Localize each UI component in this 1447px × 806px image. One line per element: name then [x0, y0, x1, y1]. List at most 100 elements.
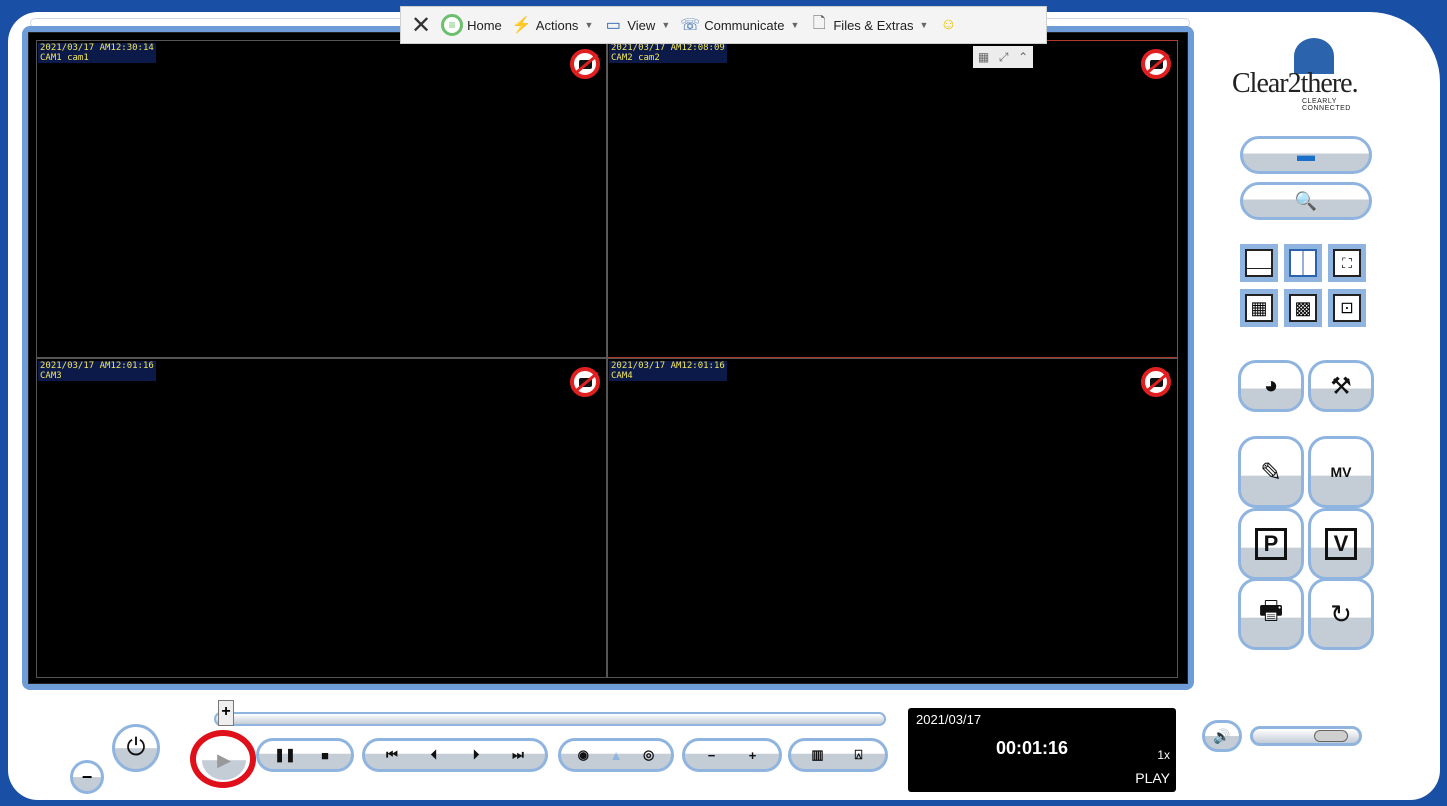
mark-in-icon: ◉	[577, 747, 589, 762]
mark-out-button[interactable]: ◎	[632, 743, 665, 767]
phone-icon: ☏	[680, 17, 701, 34]
camera-cell-1[interactable]: 2021/03/17 AM12:30:14 CAM1 cam1	[36, 40, 607, 358]
camera-timestamp: 2021/03/17 AM12:01:16	[40, 361, 154, 371]
status-mode: PLAY	[1135, 770, 1170, 786]
minus-icon: −	[81, 766, 93, 787]
home-icon: ≡	[441, 14, 464, 36]
step-forward-icon: ⏵	[472, 747, 480, 762]
remote-toolbar: ✕ ≡ Home ⚡ Actions ▼ ▭ View ▼ ☏ Communic…	[400, 6, 1047, 44]
files-menu[interactable]: 🗋 Files & Extras ▼	[809, 15, 929, 35]
home-label: Home	[467, 17, 502, 33]
actions-label: Actions	[535, 17, 579, 33]
communicate-menu[interactable]: ☏ Communicate ▼	[680, 15, 799, 35]
timeline-slider[interactable]	[214, 712, 886, 726]
fullscreen-button[interactable]: ⛶	[1328, 244, 1366, 282]
layout-grid: ⛶ ▦ ▩ ⊡	[1240, 244, 1376, 328]
tools-button[interactable]: ⚒	[1308, 360, 1374, 412]
step-back-icon: ⏴	[430, 747, 438, 762]
chevron-down-icon: ▼	[661, 20, 671, 30]
camera-osd: 2021/03/17 AM12:30:14 CAM1 cam1	[38, 43, 156, 63]
volume-slider[interactable]	[1250, 726, 1362, 746]
play-button[interactable]: ▶	[202, 740, 246, 780]
fullscreen-icon: ⛶	[1333, 249, 1361, 277]
segment-icon: ▥	[811, 747, 824, 762]
smiley-icon: ☺	[940, 16, 957, 33]
speed-up-button[interactable]: +	[733, 743, 773, 767]
speed-down-button[interactable]: −	[692, 743, 732, 767]
power-button[interactable]: ⏻	[112, 724, 160, 772]
pause-button[interactable]: ❚❚	[265, 743, 305, 767]
close-icon[interactable]: ✕	[411, 11, 431, 40]
mv-icon: MV	[1330, 464, 1352, 480]
grid-icon[interactable]: ▦	[978, 50, 989, 64]
brand-logo: Clear2there. CLEARLY CONNECTED	[1232, 38, 1382, 118]
hammer-icon: ⚒	[1330, 372, 1352, 400]
first-frame-button[interactable]: ⏮	[372, 743, 412, 767]
lightning-icon: ⚡	[511, 17, 532, 34]
speaker-icon: 🔊	[1213, 727, 1231, 744]
search-file-button[interactable]: 🔍	[1240, 182, 1372, 220]
timeline-thumb[interactable]: +	[218, 700, 234, 726]
save-v-icon: V	[1324, 528, 1358, 560]
snapshot-button[interactable]: ⍓	[839, 743, 879, 767]
status-display: 2021/03/17 00:01:16 1x PLAY	[908, 708, 1176, 792]
save-p-button[interactable]: P	[1238, 508, 1304, 580]
view-label: View	[627, 17, 656, 33]
layout-9-icon: ▦	[1245, 294, 1273, 322]
folder-button[interactable]: ▬	[1240, 136, 1372, 174]
triangle-icon: ▲	[609, 747, 623, 763]
skip-start-icon: ⏮	[386, 747, 398, 762]
save-v-button[interactable]: V	[1308, 508, 1374, 580]
no-camera-icon	[1141, 49, 1171, 79]
smiley-button[interactable]: ☺	[938, 15, 958, 35]
layout-4-button[interactable]	[1284, 244, 1322, 282]
view-menu[interactable]: ▭ View ▼	[603, 15, 670, 35]
camera-name: CAM4	[611, 371, 633, 381]
zoom-out-button[interactable]: −	[70, 760, 104, 794]
print-button[interactable]: 🖶	[1238, 578, 1304, 650]
camera-cell-3[interactable]: 2021/03/17 AM12:01:16 CAM3	[36, 358, 607, 678]
layout-pip-button[interactable]: ⊡	[1328, 289, 1366, 327]
export-group: ▥ ⍓	[788, 738, 888, 772]
communicate-label: Communicate	[704, 17, 785, 33]
actions-menu[interactable]: ⚡ Actions ▼	[512, 15, 594, 35]
search-file-icon: 🔍	[1294, 190, 1318, 211]
mark-in-button[interactable]: ◉	[567, 743, 600, 767]
volume-knob[interactable]	[1314, 730, 1348, 742]
chevron-up-icon[interactable]: ⌃	[1018, 50, 1028, 64]
logo-tagline: CLEARLY CONNECTED	[1302, 98, 1351, 112]
edit-button[interactable]: ✎	[1238, 436, 1304, 508]
status-date: 2021/03/17	[916, 712, 982, 727]
camera-cell-2[interactable]: 2021/03/17 AM12:08:09 CAM2 cam2	[607, 40, 1178, 358]
status-speed: 1x	[1157, 748, 1170, 762]
stop-button[interactable]: ■	[305, 743, 345, 767]
play-icon: ▶	[217, 749, 231, 770]
segment-button[interactable]: ▥	[798, 743, 838, 767]
prev-frame-button[interactable]: ⏴	[414, 743, 454, 767]
camera-cell-4[interactable]: 2021/03/17 AM12:01:16 CAM4	[607, 358, 1178, 678]
folder-icon: ▬	[1297, 144, 1315, 165]
chevron-down-icon: ▼	[790, 20, 800, 30]
schedule-button[interactable]: ◕	[1238, 360, 1304, 412]
no-camera-icon	[1141, 367, 1171, 397]
marker-group: ◉ ▲ ◎	[558, 738, 674, 772]
volume-button[interactable]: 🔊	[1202, 720, 1242, 752]
camera-timestamp: 2021/03/17 AM12:30:14	[40, 43, 154, 53]
camera-osd: 2021/03/17 AM12:08:09 CAM2 cam2	[609, 43, 727, 63]
layout-9-button[interactable]: ▦	[1240, 289, 1278, 327]
last-frame-button[interactable]: ⏭	[498, 743, 538, 767]
fullscreen-icon[interactable]: ⤢	[999, 50, 1009, 65]
snapshot-icon: ⍓	[854, 747, 863, 762]
camera-timestamp: 2021/03/17 AM12:08:09	[611, 43, 725, 53]
pause-stop-group: ❚❚ ■	[256, 738, 354, 772]
chevron-down-icon: ▼	[919, 20, 929, 30]
refresh-icon: ↻	[1330, 598, 1352, 629]
mark-out-icon: ◎	[643, 747, 655, 762]
mv-button[interactable]: MV	[1308, 436, 1374, 508]
next-frame-button[interactable]: ⏵	[456, 743, 496, 767]
home-menu[interactable]: ≡ Home	[441, 14, 502, 36]
layout-1-button[interactable]	[1240, 244, 1278, 282]
speed-group: − +	[682, 738, 782, 772]
layout-16-button[interactable]: ▩	[1284, 289, 1322, 327]
refresh-button[interactable]: ↻	[1308, 578, 1374, 650]
